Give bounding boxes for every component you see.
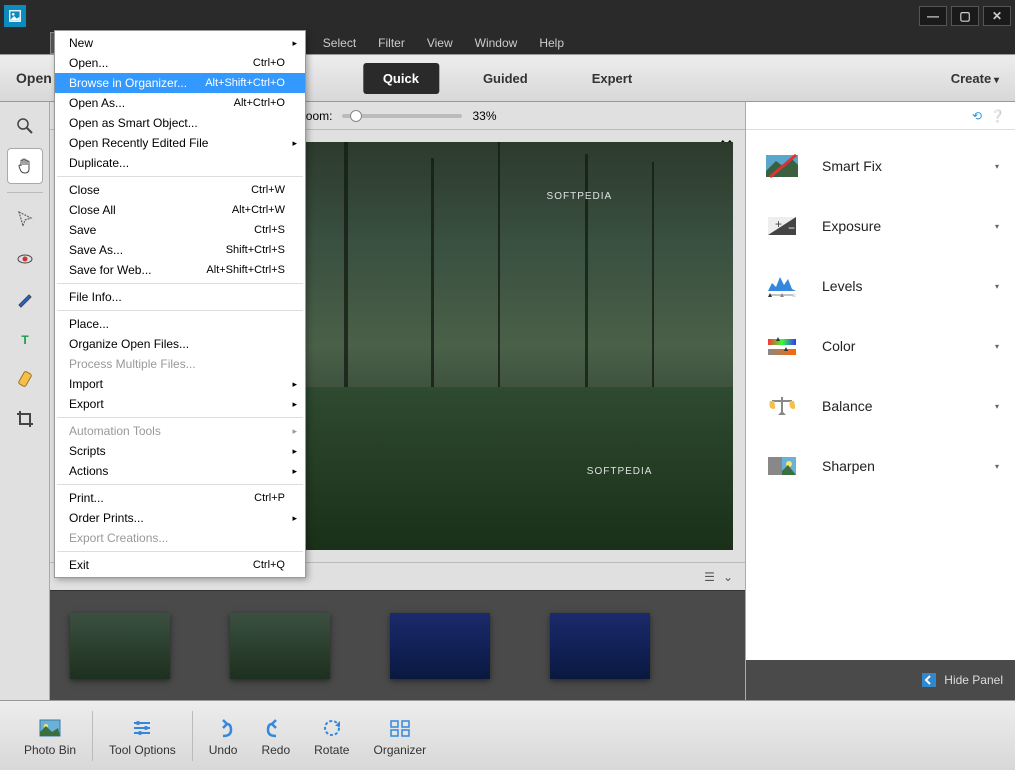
panel-item-label: Exposure [822, 218, 881, 234]
menu-help[interactable]: Help [529, 33, 574, 53]
photo-bin [50, 590, 745, 700]
menu-item[interactable]: ExitCtrl+Q [55, 555, 305, 575]
panel-item-label: Balance [822, 398, 873, 414]
tool-hand[interactable] [7, 148, 43, 184]
close-window-button[interactable]: ✕ [983, 6, 1011, 26]
menu-item: Automation Tools [55, 421, 305, 441]
zoom-slider[interactable] [342, 114, 462, 118]
adjustments-panel: ⟲ ❔ Smart Fix +− Exposure Levels Color [745, 102, 1015, 700]
tooloptions-button[interactable]: Tool Options [97, 711, 188, 761]
panel-balance[interactable]: Balance [746, 376, 1015, 436]
panel-item-label: Color [822, 338, 855, 354]
tool-zoom[interactable] [7, 108, 43, 144]
bottombar: Photo Bin Tool Options Undo Redo Rotate … [0, 700, 1015, 770]
mode-guided[interactable]: Guided [463, 63, 548, 94]
menu-select[interactable]: Select [313, 33, 366, 53]
menu-item[interactable]: Print...Ctrl+P [55, 488, 305, 508]
menu-item[interactable]: Save for Web...Alt+Shift+Ctrl+S [55, 260, 305, 280]
menu-item[interactable]: Open Recently Edited File [55, 133, 305, 153]
panel-footer[interactable]: Hide Panel [746, 660, 1015, 700]
create-button[interactable]: Create [951, 71, 999, 86]
menu-item[interactable]: File Info... [55, 287, 305, 307]
menu-item[interactable]: Close AllAlt+Ctrl+W [55, 200, 305, 220]
svg-text:T: T [21, 333, 29, 347]
maximize-button[interactable]: ▢ [951, 6, 979, 26]
tool-brush[interactable] [7, 281, 43, 317]
menu-item[interactable]: Open As...Alt+Ctrl+O [55, 93, 305, 113]
menu-item[interactable]: Scripts [55, 441, 305, 461]
menu-item: Process Multiple Files... [55, 354, 305, 374]
panel-item-label: Sharpen [822, 458, 875, 474]
menu-item[interactable]: Save As...Shift+Ctrl+S [55, 240, 305, 260]
tool-heal[interactable] [7, 361, 43, 397]
panel-sharpen[interactable]: Sharpen [746, 436, 1015, 496]
thumbnail[interactable] [70, 613, 170, 679]
thumbnail[interactable] [390, 613, 490, 679]
toolbox: T [0, 102, 50, 700]
menu-item[interactable]: Import [55, 374, 305, 394]
tool-text[interactable]: T [7, 321, 43, 357]
menu-item[interactable]: SaveCtrl+S [55, 220, 305, 240]
menu-item[interactable]: Open...Ctrl+O [55, 53, 305, 73]
panel-smartfix[interactable]: Smart Fix [746, 136, 1015, 196]
tool-quick-select[interactable] [7, 201, 43, 237]
help-icon[interactable]: ❔ [990, 109, 1005, 123]
menu-item[interactable]: Browse in Organizer...Alt+Shift+Ctrl+O [55, 73, 305, 93]
menu-item[interactable]: Organize Open Files... [55, 334, 305, 354]
panel-item-label: Smart Fix [822, 158, 882, 174]
menu-view[interactable]: View [417, 33, 463, 53]
watermark: SOFTPEDIA [547, 191, 613, 202]
menu-item[interactable]: Export [55, 394, 305, 414]
tool-redeye[interactable] [7, 241, 43, 277]
watermark: SOFTPEDIA [587, 466, 653, 477]
panel-item-label: Levels [822, 278, 862, 294]
menu-item[interactable]: New [55, 33, 305, 53]
mode-expert[interactable]: Expert [572, 63, 652, 94]
svg-text:−: − [788, 221, 795, 235]
tool-crop[interactable] [7, 401, 43, 437]
file-menu-dropdown: NewOpen...Ctrl+OBrowse in Organizer...Al… [54, 30, 306, 578]
photobin-button[interactable]: Photo Bin [12, 711, 88, 761]
thumbnail[interactable] [230, 613, 330, 679]
menu-item[interactable]: Duplicate... [55, 153, 305, 173]
organizer-button[interactable]: Organizer [361, 711, 438, 761]
rotate-button[interactable]: Rotate [302, 711, 361, 761]
menu-item[interactable]: Order Prints... [55, 508, 305, 528]
hide-panel-icon [920, 671, 938, 689]
reset-icon[interactable]: ⟲ [972, 109, 982, 123]
menu-item[interactable]: Place... [55, 314, 305, 334]
titlebar: — ▢ ✕ [0, 0, 1015, 32]
menu-item[interactable]: CloseCtrl+W [55, 180, 305, 200]
app-icon [4, 5, 26, 27]
collapse-icon[interactable]: ⌄ [723, 570, 733, 584]
mode-quick[interactable]: Quick [363, 63, 439, 94]
thumbnail[interactable] [550, 613, 650, 679]
panel-exposure[interactable]: +− Exposure [746, 196, 1015, 256]
menu-item: Export Creations... [55, 528, 305, 548]
minimize-button[interactable]: — [919, 6, 947, 26]
menu-window[interactable]: Window [465, 33, 528, 53]
menu-item[interactable]: Actions [55, 461, 305, 481]
redo-button[interactable]: Redo [249, 711, 302, 761]
menu-item[interactable]: Open as Smart Object... [55, 113, 305, 133]
menu-filter[interactable]: Filter [368, 33, 415, 53]
panel-color[interactable]: Color [746, 316, 1015, 376]
zoom-value: 33% [472, 109, 496, 123]
sort-icon[interactable]: ☰ [704, 570, 715, 584]
svg-text:+: + [775, 217, 782, 231]
undo-button[interactable]: Undo [197, 711, 250, 761]
panel-levels[interactable]: Levels [746, 256, 1015, 316]
